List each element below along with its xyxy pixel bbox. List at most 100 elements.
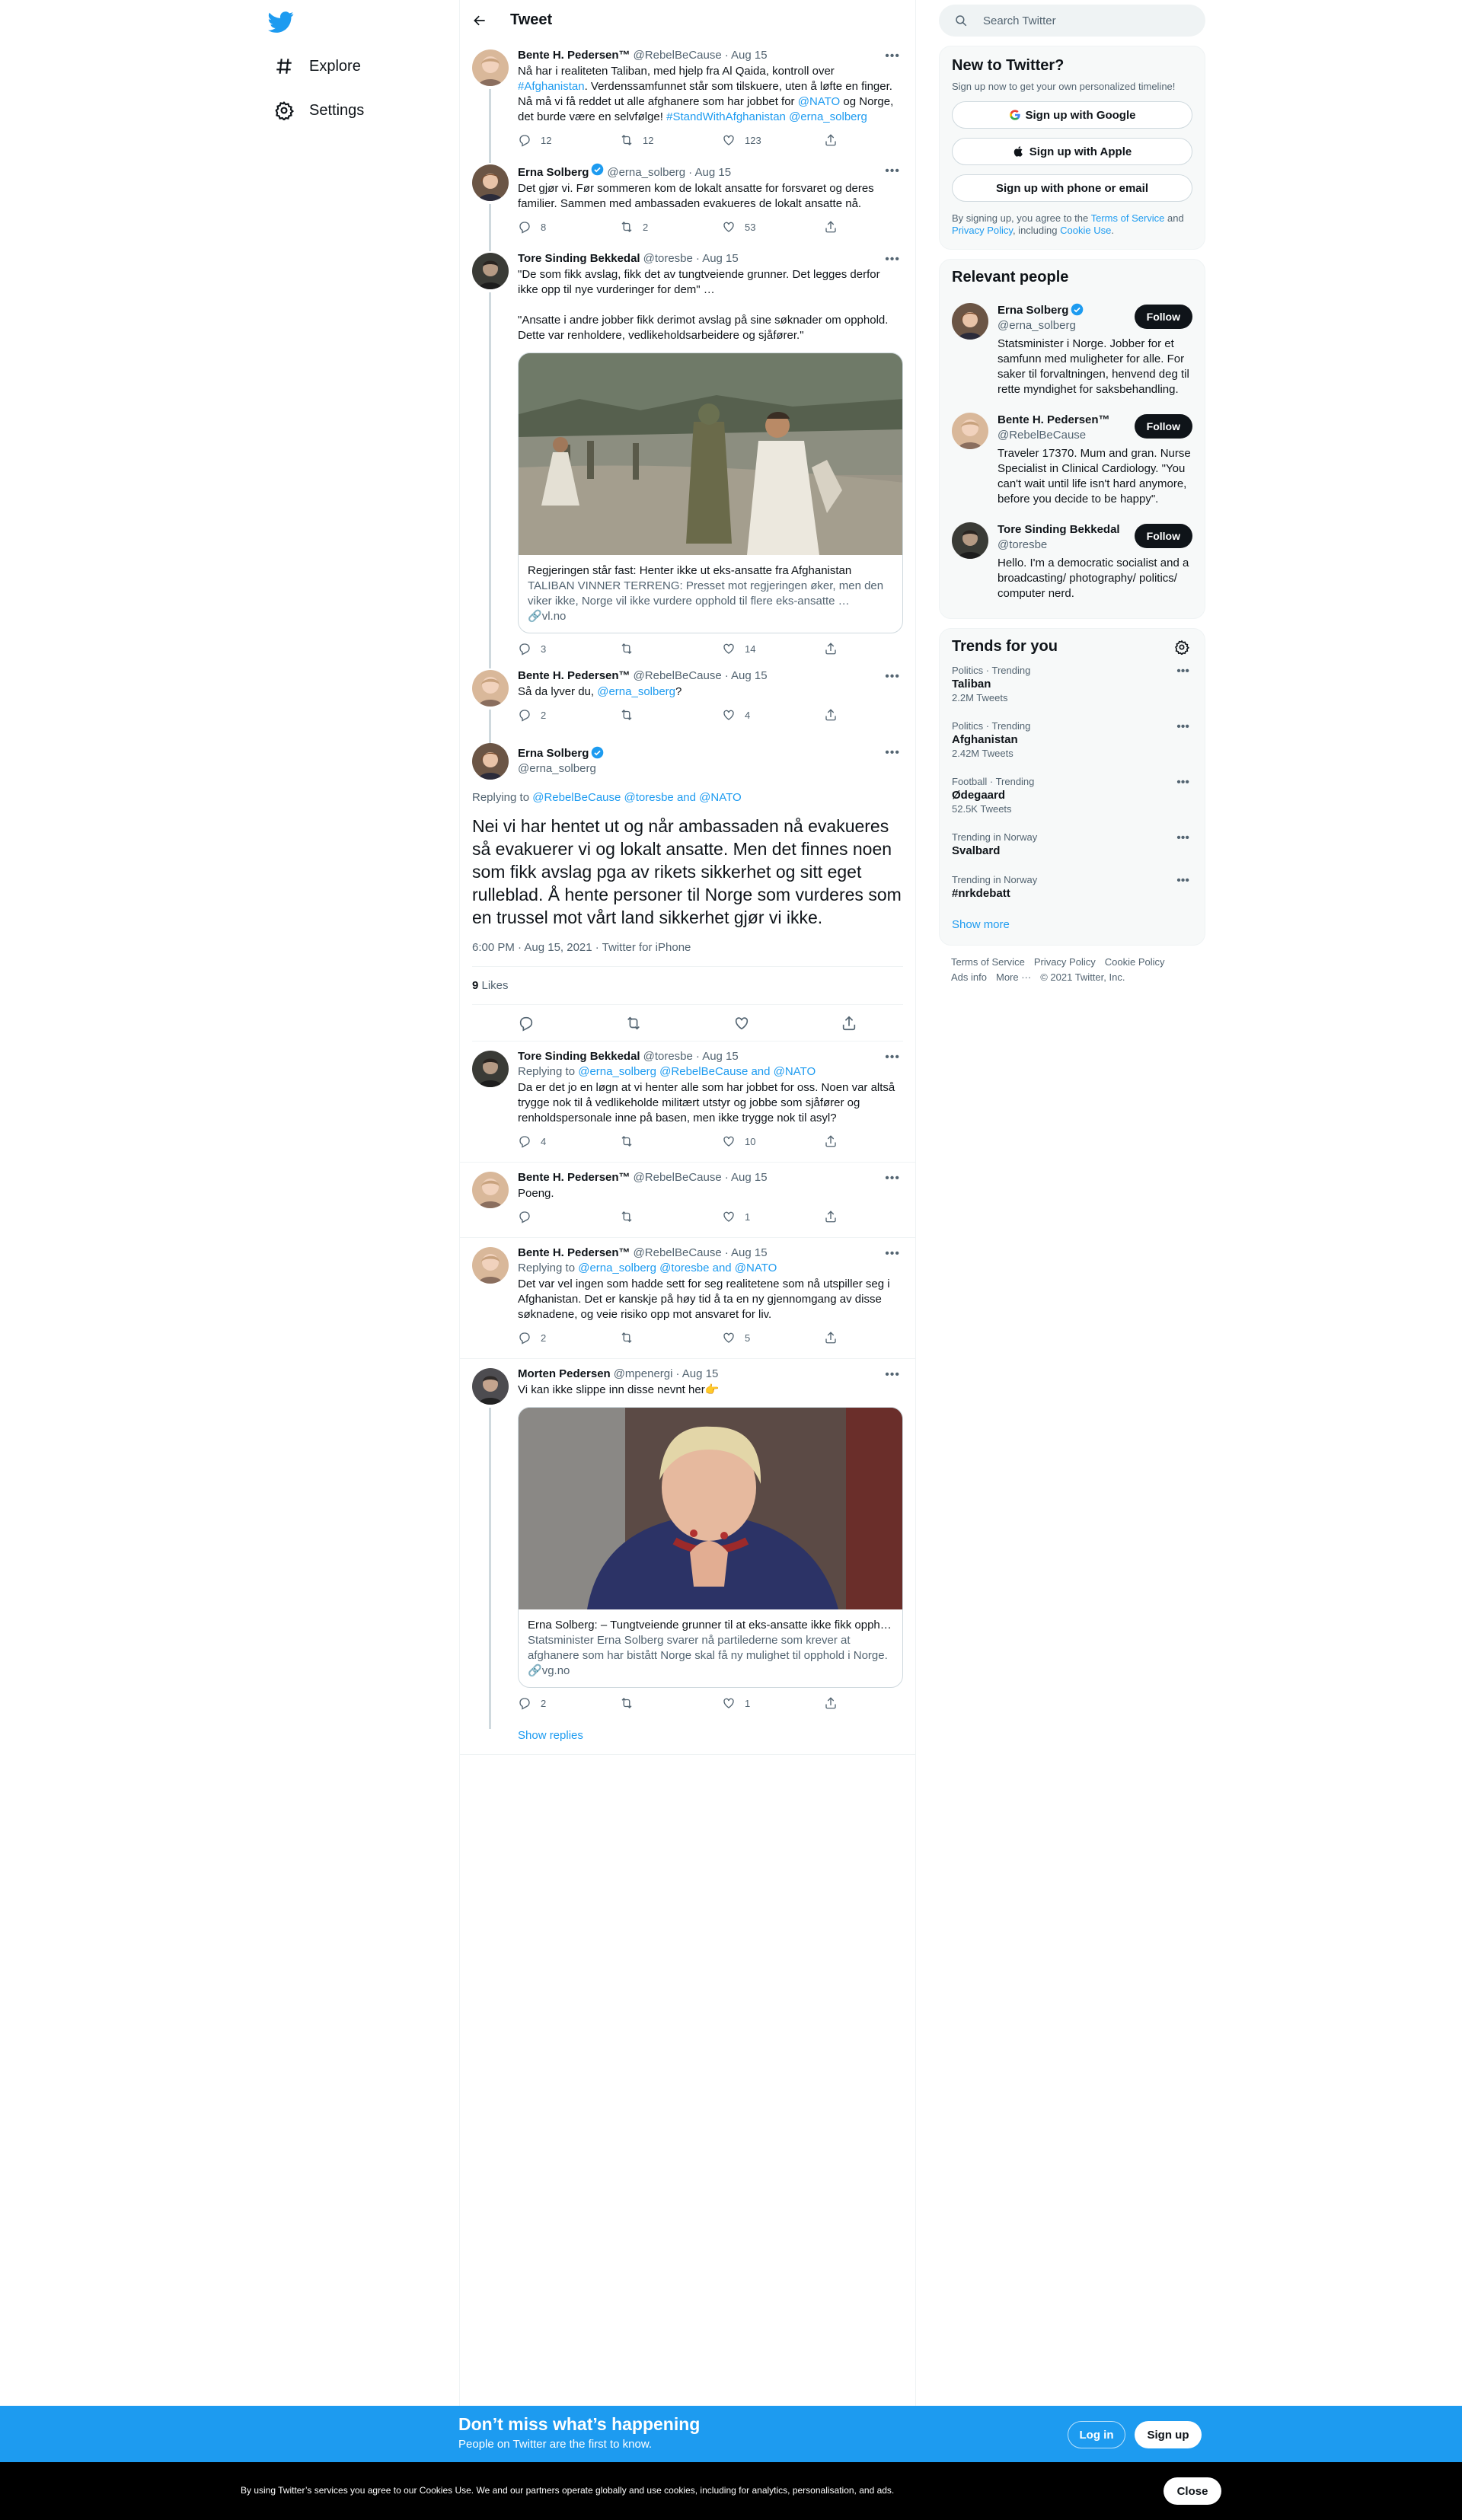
tweet-timestamp[interactable]: 6:00 PM · Aug 15, 2021 · Twitter for iPh…	[472, 941, 903, 967]
signup-apple-button[interactable]: Sign up with Apple	[952, 138, 1192, 165]
retweet-icon[interactable]	[625, 1015, 642, 1032]
avatar[interactable]	[952, 522, 988, 559]
more-options-icon[interactable]: •••	[1176, 776, 1189, 789]
reply-mentions-link[interactable]: @erna_solberg @RebelBeCause and @NATO	[578, 1065, 816, 1078]
retweet-button[interactable]: 12	[620, 133, 722, 147]
share-button[interactable]	[824, 1210, 838, 1223]
avatar[interactable]	[472, 743, 509, 780]
follow-button[interactable]: Follow	[1134, 305, 1192, 329]
reply-button[interactable]: 3	[518, 642, 620, 656]
person-card[interactable]: Bente H. Pedersen™ @RebelBeCause Travele…	[952, 405, 1192, 515]
author-name[interactable]: Erna Solberg	[518, 747, 589, 760]
like-button[interactable]: 53	[722, 220, 824, 234]
cookie-use-link[interactable]: Cookie Use	[1060, 225, 1111, 236]
share-button[interactable]	[824, 133, 838, 147]
retweet-button[interactable]	[620, 642, 722, 656]
mention-link[interactable]: @erna_solberg	[597, 685, 675, 698]
share-button[interactable]	[824, 220, 838, 234]
reply-button[interactable]: 12	[518, 133, 620, 147]
signup-google-button[interactable]: Sign up with Google	[952, 101, 1192, 129]
trend-item[interactable]: Trending in Norway #nrkdebatt •••	[952, 865, 1192, 908]
like-button[interactable]: 14	[722, 642, 824, 656]
mention-link[interactable]: @erna_solberg	[789, 110, 867, 123]
avatar[interactable]	[472, 1051, 509, 1087]
author-name[interactable]: Erna Solberg	[518, 165, 589, 180]
more-options-icon[interactable]: •••	[1176, 665, 1189, 678]
follow-button[interactable]: Follow	[1134, 414, 1192, 439]
person-name[interactable]: Erna Solberg	[998, 304, 1068, 317]
author-name[interactable]: Tore Sinding Bekkedal	[518, 251, 640, 266]
like-button[interactable]: 123	[722, 133, 824, 147]
retweet-button[interactable]	[620, 1210, 722, 1223]
reply-button[interactable]: 8	[518, 220, 620, 234]
more-options-icon[interactable]: •••	[885, 670, 900, 684]
reply-button[interactable]: 4	[518, 1134, 620, 1148]
author-name[interactable]: Tore Sinding Bekkedal	[518, 1049, 640, 1064]
avatar[interactable]	[472, 670, 509, 707]
more-options-icon[interactable]: •••	[1176, 831, 1189, 845]
more-options-icon[interactable]: •••	[1176, 874, 1189, 888]
author-name[interactable]: Bente H. Pedersen™	[518, 668, 630, 684]
terms-link[interactable]: Terms of Service	[1091, 212, 1165, 224]
author-name[interactable]: Morten Pedersen	[518, 1367, 611, 1382]
share-button[interactable]	[824, 1331, 838, 1345]
reply-icon[interactable]	[518, 1015, 535, 1032]
author-name[interactable]: Bente H. Pedersen™	[518, 1170, 630, 1185]
like-button[interactable]: 5	[722, 1331, 824, 1345]
author-handle[interactable]: @erna_solberg	[518, 761, 604, 777]
share-button[interactable]	[824, 708, 838, 722]
more-options-icon[interactable]: •••	[885, 49, 900, 63]
more-options-icon[interactable]: •••	[885, 1247, 900, 1261]
like-button[interactable]: 10	[722, 1134, 824, 1148]
footer-privacy-link[interactable]: Privacy Policy	[1034, 956, 1096, 968]
reply-tweet[interactable]: Bente H. Pedersen™ @RebelBeCause · Aug 1…	[460, 1163, 915, 1238]
show-replies-link[interactable]: Show replies	[460, 1717, 915, 1755]
more-options-icon[interactable]: •••	[885, 1368, 900, 1382]
retweet-button[interactable]	[620, 1696, 722, 1710]
link-card[interactable]: Regjeringen står fast: Henter ikke ut ek…	[518, 352, 903, 633]
avatar[interactable]	[472, 1172, 509, 1208]
reply-tweet[interactable]: Bente H. Pedersen™ @RebelBeCause · Aug 1…	[460, 1238, 915, 1359]
more-options-icon[interactable]: •••	[885, 1051, 900, 1064]
nav-explore[interactable]: Explore	[265, 45, 370, 88]
retweet-button[interactable]	[620, 708, 722, 722]
author-handle[interactable]: @RebelBeCause	[634, 668, 722, 684]
more-options-icon[interactable]: •••	[1176, 720, 1189, 734]
privacy-link[interactable]: Privacy Policy	[952, 225, 1013, 236]
retweet-button[interactable]	[620, 1134, 722, 1148]
search-input[interactable]: Search Twitter	[939, 5, 1205, 37]
signup-phone-email-button[interactable]: Sign up with phone or email	[952, 174, 1192, 202]
author-handle[interactable]: @RebelBeCause	[634, 1170, 722, 1185]
thread-tweet[interactable]: Erna Solberg @erna_solberg · Aug 15 ••• …	[460, 155, 915, 246]
avatar[interactable]	[952, 413, 988, 449]
like-button[interactable]: 1	[722, 1210, 824, 1223]
trend-item[interactable]: Football · Trending Ødegaard 52.5K Tweets •…	[952, 767, 1192, 822]
footer-cookie-link[interactable]: Cookie Policy	[1105, 956, 1165, 968]
avatar[interactable]	[472, 49, 509, 86]
link-card[interactable]: Erna Solberg: – Tungtveiende grunner til…	[518, 1407, 903, 1688]
tweet-date[interactable]: · Aug 15	[696, 251, 739, 266]
nav-settings[interactable]: Settings	[265, 89, 373, 132]
reply-mentions-link[interactable]: @RebelBeCause @toresbe and @NATO	[532, 791, 741, 804]
thread-tweet[interactable]: Tore Sinding Bekkedal @toresbe · Aug 15 …	[460, 244, 915, 663]
retweet-button[interactable]: 2	[620, 220, 722, 234]
trend-item[interactable]: Politics · Trending Taliban 2.2M Tweets •••	[952, 656, 1192, 711]
reply-tweet[interactable]: Tore Sinding Bekkedal @toresbe · Aug 15 …	[460, 1041, 915, 1163]
more-options-icon[interactable]: •••	[885, 746, 900, 760]
share-button[interactable]	[824, 1134, 838, 1148]
avatar[interactable]	[472, 1247, 509, 1284]
avatar[interactable]	[472, 1368, 509, 1405]
author-handle[interactable]: @toresbe	[643, 1049, 693, 1064]
heart-icon[interactable]	[733, 1015, 750, 1032]
footer-more-link[interactable]: More ···	[996, 971, 1031, 983]
author-name[interactable]: Bente H. Pedersen™	[518, 48, 630, 63]
twitter-logo-icon[interactable]	[268, 9, 294, 35]
author-handle[interactable]: @RebelBeCause	[634, 1246, 722, 1261]
person-card[interactable]: Erna Solberg @erna_solberg Statsminister…	[952, 295, 1192, 405]
close-cookie-button[interactable]: Close	[1164, 2477, 1221, 2505]
reply-button[interactable]: 2	[518, 708, 620, 722]
author-handle[interactable]: @toresbe	[643, 251, 693, 266]
trend-item[interactable]: Trending in Norway Svalbard •••	[952, 822, 1192, 865]
reply-button[interactable]: 2	[518, 1696, 620, 1710]
reply-tweet[interactable]: Morten Pedersen @mpenergi · Aug 15 ••• V…	[460, 1359, 915, 1723]
